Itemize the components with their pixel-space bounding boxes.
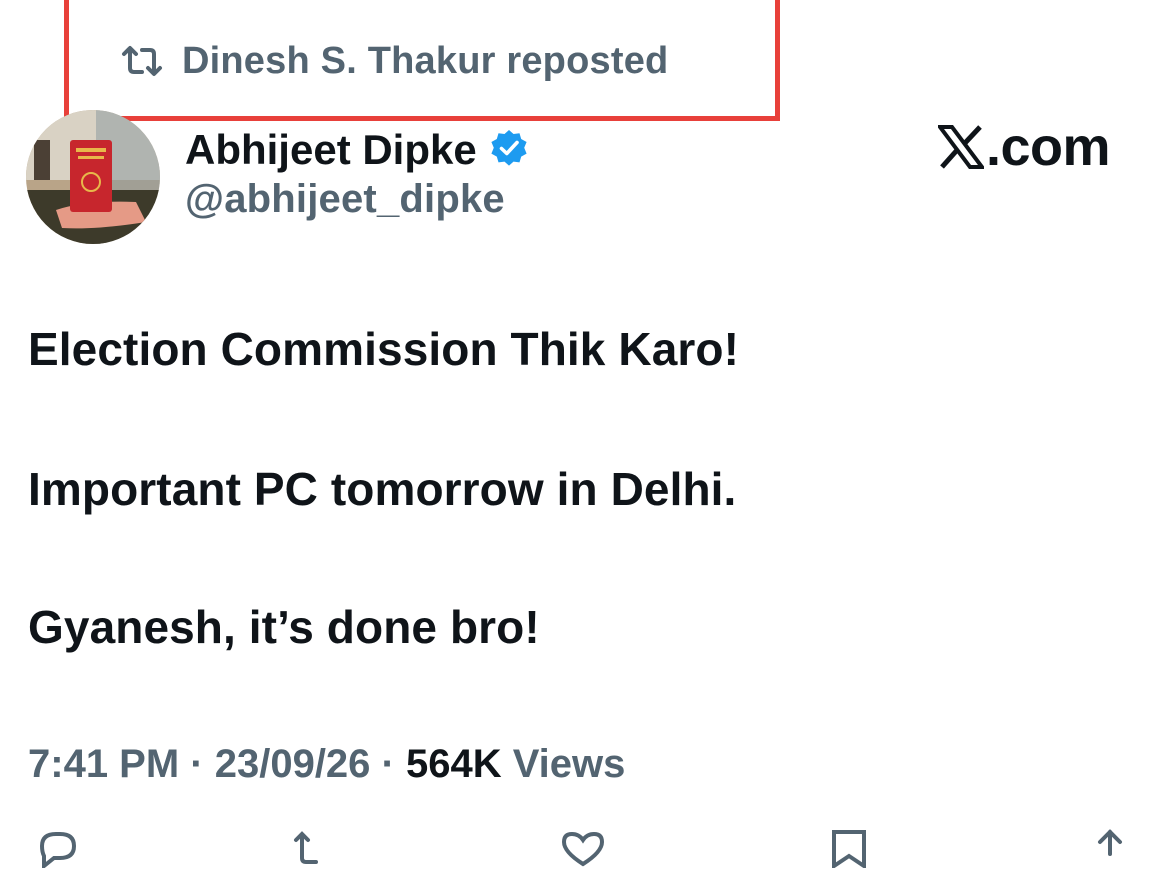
- x-brand-label: .com: [937, 116, 1111, 178]
- tweet-action-bar: [0, 828, 1170, 871]
- brand-domain-text: .com: [985, 117, 1111, 177]
- author-name[interactable]: Abhijeet Dipke: [185, 126, 477, 174]
- tweet-text-line-2: Important PC tomorrow in Delhi.: [28, 463, 737, 515]
- meta-separator: ·: [370, 742, 406, 786]
- x-logo-icon: [937, 125, 986, 169]
- like-icon[interactable]: [558, 828, 608, 873]
- retweet-icon[interactable]: [290, 828, 340, 873]
- repost-icon: [120, 44, 164, 78]
- tweet-meta: 7:41 PM · 23/09/26 · 564K Views: [28, 742, 625, 787]
- reply-icon[interactable]: [34, 828, 80, 873]
- author-handle[interactable]: @abhijeet_dipke: [185, 177, 505, 222]
- repost-label: Dinesh S. Thakur reposted: [182, 39, 669, 82]
- share-icon[interactable]: [1090, 828, 1130, 873]
- meta-separator: ·: [179, 742, 215, 786]
- tweet-text-line-1: Election Commission Thik Karo!: [28, 323, 739, 375]
- bookmark-icon[interactable]: [826, 828, 872, 873]
- author-name-row[interactable]: Abhijeet Dipke: [185, 123, 529, 177]
- tweet-time[interactable]: 7:41 PM: [28, 742, 179, 787]
- tweet-text-line-3: Gyanesh, it’s done bro!: [28, 601, 540, 653]
- views-label: Views: [501, 742, 626, 786]
- repost-indicator[interactable]: Dinesh S. Thakur reposted: [120, 38, 668, 84]
- avatar[interactable]: [26, 110, 160, 244]
- verified-badge-icon: [489, 128, 529, 173]
- views-count[interactable]: 564K: [406, 742, 502, 787]
- tweet-date[interactable]: 23/09/26: [215, 742, 371, 787]
